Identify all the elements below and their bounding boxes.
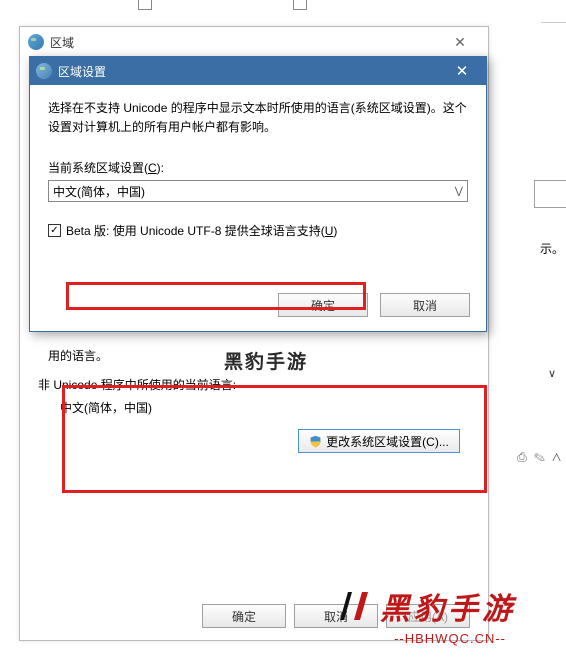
bg-toolbar-partial: ⎙ ✎ ⋀	[517, 450, 563, 465]
cancel-button[interactable]: 取消	[380, 293, 470, 317]
outer-window-title: 区域	[50, 34, 440, 51]
cancel-button[interactable]: 取消	[294, 604, 378, 628]
inner-window-title: 区域设置	[58, 63, 444, 80]
dialog-description: 选择在不支持 Unicode 的程序中显示文本时所使用的语言(系统区域设置)。这…	[48, 99, 468, 137]
globe-icon	[28, 34, 44, 50]
utf8-checkbox-row[interactable]: ✓ Beta 版: 使用 Unicode UTF-8 提供全球语言支持(U)	[48, 222, 468, 239]
bg-decor	[541, 22, 566, 23]
change-system-locale-button[interactable]: 更改系统区域设置(C)...	[298, 429, 460, 453]
locale-label: 当前系统区域设置(C):	[48, 159, 468, 176]
outer-button-row: 确定 取消 应用(A)	[20, 604, 488, 628]
watermark-text-center: 黑豹手游	[224, 347, 308, 374]
bg-text-partial: 示。	[540, 240, 564, 257]
utf8-checkbox[interactable]: ✓	[48, 224, 61, 237]
ok-button[interactable]: 确定	[202, 604, 286, 628]
region-settings-dialog: 区域设置 ✕ 选择在不支持 Unicode 的程序中显示文本时所使用的语言(系统…	[29, 56, 487, 332]
shield-icon	[309, 435, 322, 448]
apply-button[interactable]: 应用(A)	[386, 604, 470, 628]
inner-button-row: 确定 取消	[278, 293, 470, 317]
chevron-down-icon: ⋁	[455, 186, 463, 197]
ok-button[interactable]: 确定	[278, 293, 368, 317]
globe-icon	[36, 63, 52, 79]
change-button-label: 更改系统区域设置(C)...	[326, 433, 449, 450]
watermark-url: --HBHWQC.CN--	[394, 631, 506, 646]
bg-decor	[138, 0, 152, 10]
current-language-value: 中文(简体，中国)	[60, 399, 470, 416]
close-icon[interactable]: ✕	[444, 57, 480, 85]
outer-titlebar: 区域 ✕	[20, 27, 488, 57]
utf8-checkbox-label: Beta 版: 使用 Unicode UTF-8 提供全球语言支持(U)	[66, 222, 337, 239]
non-unicode-label: 非 Unicode 程序中所使用的当前语言:	[38, 376, 470, 393]
inner-titlebar: 区域设置 ✕	[30, 57, 486, 85]
bg-dropdown-partial[interactable]: ∨	[534, 180, 566, 208]
bg-decor	[293, 0, 307, 10]
locale-select-value: 中文(简体，中国)	[53, 183, 145, 200]
close-icon[interactable]: ✕	[440, 27, 480, 57]
chevron-down-icon: ∨	[548, 367, 556, 380]
locale-select[interactable]: 中文(简体，中国) ⋁	[48, 180, 468, 202]
